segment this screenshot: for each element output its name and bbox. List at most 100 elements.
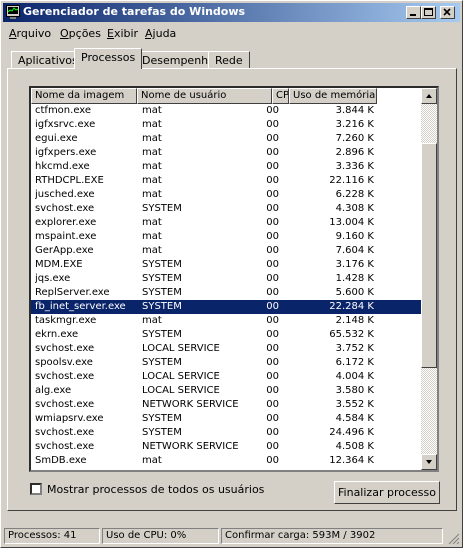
cell-memory: 7.260 K (335, 133, 374, 144)
column-header-user-name[interactable]: Nome de usuário (137, 88, 272, 104)
column-header-image-name[interactable]: Nome da imagem (31, 88, 137, 104)
cell-cpu: 00 (266, 287, 279, 298)
column-header-memory[interactable]: Uso de memória (289, 88, 377, 104)
cell-memory: 3.844 K (335, 105, 374, 116)
tab-rede[interactable]: Rede (208, 51, 250, 68)
cell-memory: 2.896 K (335, 147, 374, 158)
cell-memory: 13.004 K (329, 217, 374, 228)
cell-cpu: 00 (266, 357, 279, 368)
table-row[interactable]: RTHDCPL.EXE mat 00 22.116 K (31, 174, 421, 188)
cell-cpu: 00 (266, 231, 279, 242)
tab-processos[interactable]: Processos (74, 48, 143, 69)
cell-image-name: SmDB.exe (35, 455, 87, 466)
menu-bar: Arquivo Opções Exibir Ajuda (3, 24, 460, 42)
table-row[interactable]: wmiapsrv.exe SYSTEM 00 4.584 K (31, 412, 421, 426)
cell-cpu: 00 (266, 105, 279, 116)
menu-arquivo[interactable]: Arquivo (9, 27, 51, 40)
cell-cpu: 00 (266, 259, 279, 270)
cell-cpu: 00 (266, 441, 279, 452)
cell-image-name: wmiapsrv.exe (35, 413, 104, 424)
table-row[interactable]: MDM.EXE SYSTEM 00 3.176 K (31, 258, 421, 272)
cell-cpu: 00 (266, 245, 279, 256)
close-button[interactable] (440, 6, 455, 19)
table-row[interactable]: egui.exe mat 00 7.260 K (31, 132, 421, 146)
cell-image-name: svchost.exe (35, 399, 95, 410)
table-row[interactable]: explorer.exe mat 00 13.004 K (31, 216, 421, 230)
menu-opcoes[interactable]: Opções (60, 27, 101, 40)
table-row[interactable]: igfxpers.exe mat 00 2.896 K (31, 146, 421, 160)
menu-exibir[interactable]: Exibir (107, 27, 138, 40)
table-row[interactable]: svchost.exe SYSTEM 00 4.308 K (31, 202, 421, 216)
end-process-button[interactable]: Finalizar processo (334, 481, 440, 504)
table-row[interactable]: jusched.exe mat 00 6.228 K (31, 188, 421, 202)
cell-image-name: svchost.exe (35, 203, 95, 214)
table-row[interactable]: igfxsrvc.exe mat 00 3.216 K (31, 118, 421, 132)
cell-image-name: svchost.exe (35, 343, 95, 354)
table-row[interactable]: svchost.exe LOCAL SERVICE 00 4.004 K (31, 370, 421, 384)
column-header-cpu[interactable]: CPU (272, 88, 289, 104)
minimize-icon (410, 14, 416, 16)
cell-cpu: 00 (266, 161, 279, 172)
table-row[interactable]: ReplServer.exe SYSTEM 00 5.600 K (31, 286, 421, 300)
table-row[interactable]: svchost.exe NETWORK SERVICE 00 3.552 K (31, 398, 421, 412)
cell-cpu: 00 (266, 455, 279, 466)
table-row[interactable]: ekrn.exe SYSTEM 00 65.532 K (31, 328, 421, 342)
cell-memory: 3.176 K (335, 259, 374, 270)
vertical-scrollbar[interactable] (421, 88, 437, 470)
scroll-up-button[interactable] (421, 88, 437, 104)
table-row[interactable]: jqs.exe SYSTEM 00 1.428 K (31, 272, 421, 286)
table-row[interactable]: svchost.exe LOCAL SERVICE 00 3.752 K (31, 342, 421, 356)
process-list[interactable]: Nome da imagem Nome de usuário CPU Uso d… (29, 86, 439, 472)
table-row[interactable]: hkcmd.exe mat 00 3.336 K (31, 160, 421, 174)
minimize-button[interactable] (406, 6, 421, 19)
cell-memory: 9.160 K (335, 231, 374, 242)
cell-image-name: explorer.exe (35, 217, 97, 228)
cell-cpu: 00 (266, 203, 279, 214)
table-row[interactable]: spoolsv.exe SYSTEM 00 6.172 K (31, 356, 421, 370)
cell-image-name: jusched.exe (35, 189, 95, 200)
cell-image-name: hkcmd.exe (35, 161, 90, 172)
resize-grip-icon[interactable] (448, 533, 460, 545)
cell-memory: 4.004 K (335, 371, 374, 382)
show-all-processes-label[interactable]: Mostrar processos de todos os usuários (47, 483, 264, 496)
table-row[interactable]: svchost.exe SYSTEM 00 24.496 K (31, 426, 421, 440)
table-row[interactable]: ctfmon.exe mat 00 3.844 K (31, 104, 421, 118)
cell-memory: 5.600 K (335, 287, 374, 298)
list-header: Nome da imagem Nome de usuário CPU Uso d… (31, 88, 421, 104)
cell-image-name: ekrn.exe (35, 329, 79, 340)
cell-image-name: mspaint.exe (35, 231, 97, 242)
cell-cpu: 00 (266, 427, 279, 438)
cell-cpu: 00 (266, 175, 279, 186)
task-manager-window: Gerenciador de tarefas do Windows Arquiv… (0, 0, 463, 548)
table-row[interactable]: alg.exe LOCAL SERVICE 00 3.580 K (31, 384, 421, 398)
cell-image-name: svchost.exe (35, 371, 95, 382)
cell-image-name: igfxpers.exe (35, 147, 97, 158)
scroll-down-button[interactable] (421, 454, 437, 470)
cell-image-name: fb_inet_server.exe (35, 301, 126, 312)
window-title: Gerenciador de tarefas do Windows (23, 5, 246, 18)
table-row[interactable]: SmDB.exe mat 00 12.364 K (31, 454, 421, 468)
cell-image-name: svchost.exe (35, 441, 95, 452)
table-row[interactable]: taskmgr.exe mat 00 2.148 K (31, 314, 421, 328)
cell-cpu: 00 (266, 413, 279, 424)
table-row[interactable]: fb_inet_server.exe SYSTEM 00 22.284 K (31, 299, 422, 315)
table-row[interactable]: svchost.exe NETWORK SERVICE 00 4.508 K (31, 440, 421, 454)
table-row[interactable]: GerApp.exe mat 00 7.604 K (31, 244, 421, 258)
scroll-thumb[interactable] (421, 143, 437, 368)
cell-image-name: spoolsv.exe (35, 357, 93, 368)
cell-memory: 3.580 K (335, 385, 374, 396)
status-cpu: Uso de CPU: 0% (102, 528, 219, 544)
table-row[interactable]: mspaint.exe mat 00 9.160 K (31, 230, 421, 244)
cell-image-name: RTHDCPL.EXE (35, 175, 104, 186)
cell-memory: 6.172 K (335, 357, 374, 368)
cell-memory: 4.584 K (335, 413, 374, 424)
cell-image-name: taskmgr.exe (35, 315, 97, 326)
title-bar[interactable]: Gerenciador de tarefas do Windows (3, 3, 460, 22)
show-all-processes-checkbox[interactable] (30, 483, 42, 495)
cell-memory: 12.364 K (329, 455, 374, 466)
cell-image-name: GerApp.exe (35, 245, 94, 256)
menu-ajuda[interactable]: Ajuda (145, 27, 176, 40)
cell-cpu: 00 (266, 301, 279, 312)
cell-image-name: MDM.EXE (35, 259, 83, 270)
maximize-button[interactable] (421, 6, 436, 19)
